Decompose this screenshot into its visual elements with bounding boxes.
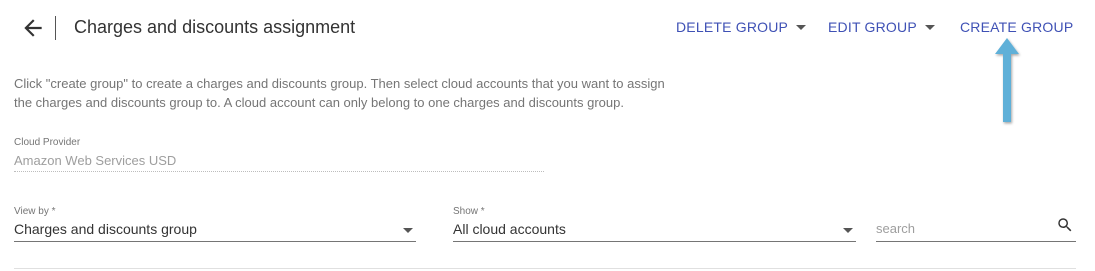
search-input[interactable] [876,221,1046,236]
back-button[interactable] [20,15,46,41]
intro-text: Click "create group" to create a charges… [14,74,734,112]
show-select[interactable]: All cloud accounts [453,218,856,242]
create-group-label: CREATE GROUP [960,19,1074,35]
show-label: Show * [453,206,485,217]
page-title: Charges and discounts assignment [74,17,356,37]
annotation-arrow-icon [995,38,1019,122]
chevron-down-icon [796,24,807,30]
page-header: Charges and discounts assignment DELETE … [0,0,1095,56]
delete-group-label: DELETE GROUP [676,19,789,35]
view-by-label: View by * [14,206,56,217]
search-icon[interactable] [1056,216,1074,234]
search-field [876,215,1076,242]
intro-line-1: Click "create group" to create a charges… [14,76,665,91]
section-divider [14,268,1076,269]
edit-group-label: EDIT GROUP [828,19,917,35]
chevron-down-icon [403,228,413,233]
intro-line-2: the charges and discounts group to. A cl… [14,95,624,110]
cloud-provider-value: Amazon Web Services USD [14,153,177,168]
delete-group-button[interactable]: DELETE GROUP [676,19,807,35]
chevron-down-icon [924,24,935,30]
edit-group-button[interactable]: EDIT GROUP [828,19,935,35]
show-value: All cloud accounts [453,221,566,237]
view-by-select[interactable]: Charges and discounts group [14,218,416,242]
header-divider [55,16,56,40]
create-group-button[interactable]: CREATE GROUP [960,19,1073,35]
cloud-provider-label: Cloud Provider [14,137,81,148]
view-by-value: Charges and discounts group [14,221,197,237]
cloud-provider-underline [14,171,544,172]
arrow-left-icon [24,19,42,37]
chevron-down-icon [843,228,853,233]
